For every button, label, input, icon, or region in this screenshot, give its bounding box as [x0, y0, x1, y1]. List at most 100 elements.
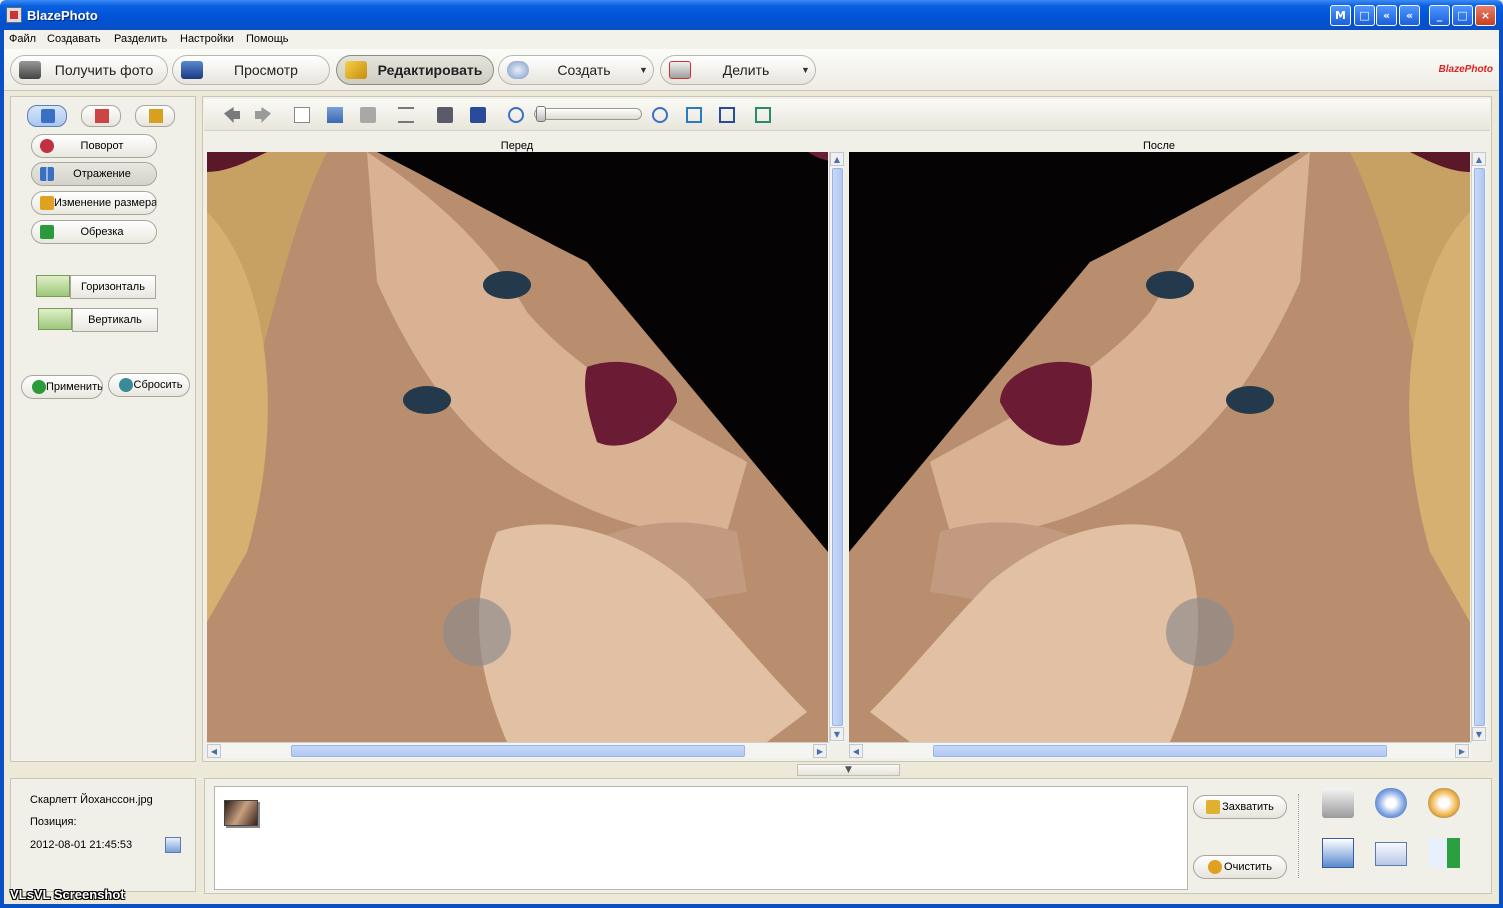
crop-button[interactable]: Обрезка	[31, 220, 157, 244]
photo-thumbnail[interactable]	[224, 800, 258, 826]
extra-button-2[interactable]: □	[1354, 5, 1375, 26]
scroll-down-arrow[interactable]: ▼	[1472, 727, 1486, 741]
apply-label: Применить	[46, 381, 102, 393]
reset-button[interactable]: Сбросить	[108, 373, 190, 397]
photo-datetime: 2012-08-01 21:45:53	[30, 839, 133, 851]
file-name: Скарлетт Йоханссон.jpg	[30, 794, 153, 806]
scroll-left-arrow[interactable]: ◀	[207, 744, 221, 758]
maximize-button[interactable]: □	[1452, 5, 1473, 26]
zoom-in-icon[interactable]	[652, 107, 668, 123]
window-frame-right	[1499, 30, 1503, 908]
tab-edit[interactable]	[27, 105, 67, 127]
close-button[interactable]: ×	[1475, 5, 1496, 26]
position-label: Позиция:	[30, 816, 77, 828]
menu-help[interactable]: Помощь	[246, 33, 289, 45]
create-label: Создать	[557, 62, 611, 78]
printer-icon	[669, 61, 691, 79]
scroll-thumb[interactable]	[291, 745, 745, 757]
rotate-icon	[40, 139, 54, 153]
apply-icon	[32, 380, 46, 394]
export-icon[interactable]	[1428, 838, 1460, 868]
main-toolbar: Получить фото Просмотр Редактировать Соз…	[4, 49, 1499, 91]
web-edit-icon[interactable]	[1322, 838, 1354, 868]
scroll-down-arrow[interactable]: ▼	[830, 727, 844, 741]
resize-label: Изменение размера	[54, 197, 156, 209]
get-photo-button[interactable]: Получить фото	[10, 55, 168, 85]
email-icon[interactable]	[1375, 842, 1407, 866]
after-vertical-scrollbar[interactable]: ▲ ▼	[1471, 152, 1486, 742]
create-button[interactable]: Создать ▼	[498, 55, 654, 85]
save-icon[interactable]	[437, 107, 453, 123]
info-edit-icon[interactable]	[165, 837, 181, 853]
zoom-out-icon[interactable]	[508, 107, 524, 123]
zoom-slider-thumb[interactable]	[536, 106, 546, 122]
fit-window-icon[interactable]	[686, 107, 702, 123]
scroll-right-arrow[interactable]: ▶	[1455, 744, 1469, 758]
pencil-icon	[345, 61, 367, 79]
share-button[interactable]: Делить ▼	[660, 55, 816, 85]
window-frame-left	[0, 30, 4, 908]
print-icon[interactable]	[1322, 788, 1354, 818]
scroll-right-arrow[interactable]: ▶	[813, 744, 827, 758]
extra-button-3[interactable]: «	[1376, 5, 1397, 26]
edit-button[interactable]: Редактировать	[336, 55, 494, 85]
tools-tab-icon	[95, 109, 109, 123]
minimize-button[interactable]: _	[1429, 5, 1450, 26]
vertical-button[interactable]: Вертикаль	[72, 308, 158, 332]
disc-icon	[507, 61, 529, 79]
scroll-up-arrow[interactable]: ▲	[1472, 152, 1486, 166]
scroll-thumb[interactable]	[832, 168, 843, 726]
menu-create[interactable]: Создавать	[47, 33, 101, 45]
resize-icon	[40, 196, 54, 210]
collapse-panel-toggle[interactable]: ▼	[797, 764, 900, 776]
share-dropdown-icon[interactable]: ▼	[801, 65, 815, 75]
tab-effects[interactable]	[135, 105, 175, 127]
save-as-icon[interactable]	[470, 107, 486, 123]
menu-file[interactable]: Файл	[9, 33, 36, 45]
scroll-left-arrow[interactable]: ◀	[849, 744, 863, 758]
before-vertical-scrollbar[interactable]: ▲ ▼	[829, 152, 844, 742]
tab-tools[interactable]	[81, 105, 121, 127]
copy-icon[interactable]	[294, 107, 310, 123]
pencil-tab-icon	[41, 109, 55, 123]
dvd-icon[interactable]	[1428, 788, 1460, 818]
paste-icon[interactable]	[327, 107, 343, 123]
flip-horizontal-icon	[36, 275, 70, 297]
clear-label: Очистить	[1224, 861, 1272, 873]
flip-vertical-icon	[38, 308, 72, 330]
create-dropdown-icon[interactable]: ▼	[639, 65, 653, 75]
extra-button-4[interactable]: «	[1399, 5, 1420, 26]
share-label: Делить	[722, 62, 770, 78]
expand-icon[interactable]	[755, 107, 771, 123]
watermark: VLsVL Screenshot	[10, 887, 125, 902]
capture-label: Захватить	[1222, 801, 1274, 813]
scroll-thumb[interactable]	[1474, 168, 1485, 726]
horizontal-button[interactable]: Горизонталь	[70, 275, 156, 299]
cd-icon[interactable]	[1375, 788, 1407, 818]
menu-share[interactable]: Разделить	[114, 33, 167, 45]
lock-icon	[1206, 800, 1221, 814]
delete-icon[interactable]	[360, 107, 376, 123]
align-icon[interactable]	[398, 107, 414, 123]
rotate-button[interactable]: Поворот	[31, 134, 157, 158]
menu-bar: Файл Создавать Разделить Настройки Помощ…	[4, 30, 1499, 49]
extra-button-1[interactable]: M	[1330, 5, 1351, 26]
window-title: BlazePhoto	[27, 8, 98, 23]
before-photo-illustration	[207, 152, 828, 742]
zoom-slider[interactable]	[534, 108, 642, 120]
rotate-label: Поворот	[80, 140, 124, 152]
capture-button[interactable]: Захватить	[1193, 795, 1287, 819]
flip-button[interactable]: Отражение	[31, 162, 157, 186]
after-image	[849, 152, 1470, 742]
view-button[interactable]: Просмотр	[172, 55, 330, 85]
scroll-up-arrow[interactable]: ▲	[830, 152, 844, 166]
scroll-thumb[interactable]	[933, 745, 1387, 757]
before-horizontal-scrollbar[interactable]: ◀ ▶	[207, 742, 829, 758]
clear-button[interactable]: Очистить	[1193, 855, 1287, 879]
apply-button[interactable]: Применить	[21, 375, 103, 399]
resize-button[interactable]: Изменение размера	[31, 191, 157, 215]
after-horizontal-scrollbar[interactable]: ◀ ▶	[849, 742, 1471, 758]
menu-settings[interactable]: Настройки	[180, 33, 234, 45]
flip-icon	[40, 167, 54, 181]
actual-size-icon[interactable]	[719, 107, 735, 123]
